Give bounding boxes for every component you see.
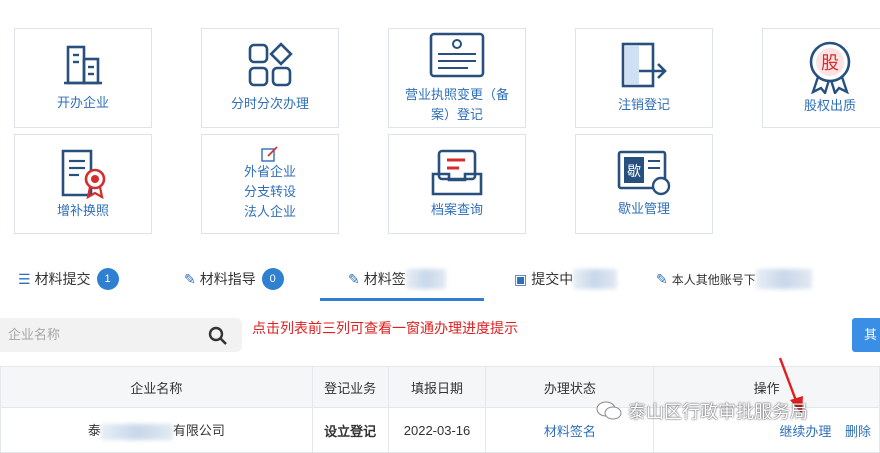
tile-replace-license[interactable]: 增补换照: [14, 134, 152, 234]
tab-material-sign[interactable]: ✎ 材料签: [348, 258, 446, 300]
continue-button[interactable]: 继续办理: [779, 424, 831, 439]
tab-label: 本人其他账号下: [671, 272, 756, 287]
company-name-prefix: 泰: [87, 423, 101, 439]
blurred-region: [405, 269, 446, 289]
search-box: [0, 318, 242, 352]
blurred-region: [100, 423, 173, 440]
tile-time-slice[interactable]: 分时分次办理: [201, 28, 339, 128]
blurred-region: [573, 269, 618, 289]
tile-equity-pledge[interactable]: 股 股权出质: [762, 28, 880, 128]
tab-other-accounts[interactable]: ✎ 本人其他账号下: [656, 258, 812, 300]
tab-label: 提交中: [531, 271, 574, 287]
tab-label: 材料指导: [199, 271, 256, 287]
column-header: 填报日期: [387, 366, 487, 408]
column-header: 登记业务: [311, 366, 389, 408]
tile-start-business[interactable]: 开办企业: [14, 28, 152, 128]
list-icon: ☰: [18, 270, 31, 287]
tab-label: 材料提交: [34, 271, 91, 287]
tile-label: 增补换照: [56, 203, 109, 218]
column-header: 企业名称: [0, 366, 313, 408]
search-icon[interactable]: [208, 326, 228, 346]
wechat-icon: [596, 401, 622, 420]
tile-label: 开办企业: [56, 95, 109, 110]
company-name-cell[interactable]: 泰 有限公司: [0, 407, 313, 453]
watermark-text: 泰山区行政审批服务局: [628, 402, 808, 422]
tile-deregistration[interactable]: 注销登记: [575, 28, 713, 128]
tile-archive-query[interactable]: 档案查询: [388, 134, 526, 234]
license-icon: [429, 32, 485, 78]
tab-material-submit[interactable]: ☰ 材料提交 1: [18, 258, 119, 300]
tile-branch-transfer[interactable]: 外省企业 分支转设 法人企业: [201, 134, 339, 234]
edit-icon: ✎: [348, 270, 360, 287]
svg-text:股: 股: [821, 53, 839, 74]
tile-label: 股权出质: [803, 98, 856, 113]
archive-icon: [431, 149, 483, 196]
tile-license-change[interactable]: 营业执照变更（备案）登记: [388, 28, 526, 128]
company-name-suffix: 有限公司: [172, 423, 225, 439]
tab-material-guide[interactable]: ✎ 材料指导 0: [184, 258, 284, 300]
blurred-region: [755, 269, 812, 289]
tab-label: 材料签: [363, 271, 406, 287]
business-cell[interactable]: 设立登记: [311, 407, 389, 453]
certificate-icon: [61, 149, 106, 199]
tile-label-line-3: 法人企业: [243, 204, 296, 219]
tile-label: 歇业管理: [617, 201, 670, 216]
suspend-card-icon: 歇: [617, 150, 671, 196]
tile-label: 注销登记: [617, 97, 670, 112]
tile-label-line-2: 分支转设: [243, 184, 296, 199]
search-input[interactable]: [6, 326, 200, 343]
active-tab-indicator: [320, 298, 484, 301]
tile-label: 档案查询: [430, 202, 483, 217]
other-button[interactable]: 其: [852, 318, 880, 352]
briefcase-icon: ▣: [514, 270, 528, 287]
equity-seal-icon: 股: [809, 41, 851, 94]
watermark: 泰山区行政审批服务局: [596, 398, 808, 424]
tab-count-badge: 0: [261, 268, 284, 290]
edit-icon: ✎: [656, 270, 668, 287]
tile-label: 营业执照变更（备案）登记: [404, 87, 509, 122]
tile-suspension[interactable]: 歇 歇业管理: [575, 134, 713, 234]
tile-label: 分时分次办理: [230, 96, 309, 111]
date-cell[interactable]: 2022-03-16: [387, 407, 487, 453]
tab-submitting[interactable]: ▣ 提交中: [514, 258, 618, 300]
hint-text: 点击列表前三列可查看一窗通办理进度提示: [252, 320, 518, 336]
tab-bar: ☰ 材料提交 1 ✎ 材料指导 0 ✎ 材料签 ▣ 提交中 ✎ 本人其他账号下: [0, 258, 880, 302]
logout-icon: [621, 42, 667, 88]
svg-text:歇: 歇: [627, 164, 641, 180]
tab-count-badge: 1: [96, 268, 119, 290]
edit-icon: [261, 146, 278, 162]
edit-icon: ✎: [184, 270, 196, 287]
delete-button[interactable]: 删除: [845, 424, 871, 439]
grid-icon: [248, 42, 293, 87]
building-icon: [64, 45, 102, 85]
tile-label-line-1: 外省企业: [243, 164, 296, 179]
